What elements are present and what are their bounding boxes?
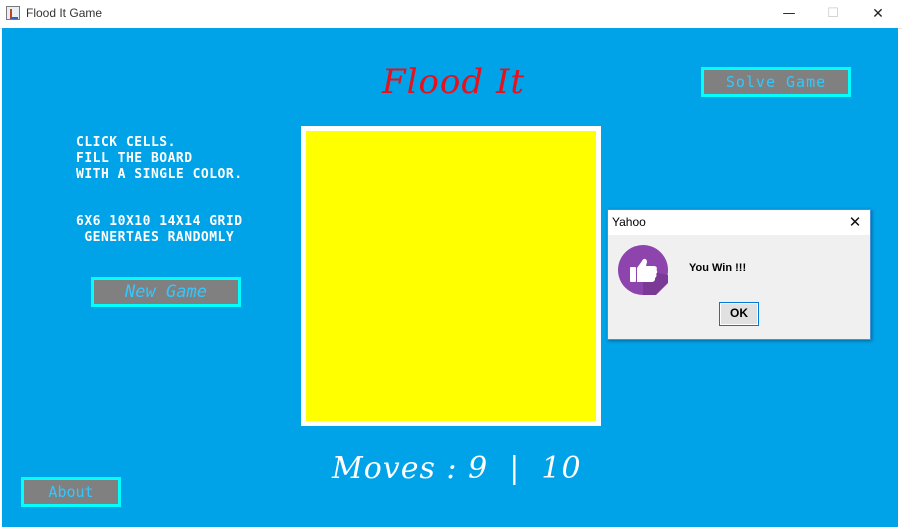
about-button[interactable]: About [21, 477, 121, 507]
minimize-button[interactable]: — [766, 0, 812, 28]
moves-counter: Moves : 9 | 10 [332, 451, 582, 486]
instruction-line: FILL THE BOARD [76, 151, 193, 166]
grid-info-text: 6X6 10X10 14X14 GRID GENERTAES RANDOMLY [76, 214, 243, 246]
game-title: Flood It [382, 62, 526, 102]
thumbs-up-icon [618, 245, 668, 295]
grid-info-line: 6X6 10X10 14X14 GRID [76, 214, 243, 229]
moves-separator: | [488, 451, 542, 486]
maximize-button[interactable]: ☐ [810, 0, 856, 28]
instruction-line: CLICK CELLS. [76, 135, 176, 150]
solve-game-button[interactable]: Solve Game [701, 67, 851, 97]
close-button[interactable]: ✕ [855, 0, 901, 28]
moves-label: Moves : [332, 451, 469, 486]
java-app-icon [6, 6, 20, 20]
win-dialog: Yahoo ✕ You Win !!! OK [607, 209, 871, 340]
window-titlebar: Flood It Game — ☐ ✕ [0, 0, 902, 29]
dialog-titlebar: Yahoo ✕ [608, 210, 870, 235]
instruction-line: WITH A SINGLE COLOR. [76, 167, 243, 182]
ok-button[interactable]: OK [719, 302, 759, 326]
instructions-text: CLICK CELLS. FILL THE BOARD WITH A SINGL… [76, 135, 243, 183]
window-title: Flood It Game [26, 6, 103, 20]
dialog-message: You Win !!! [689, 262, 747, 274]
dialog-title: Yahoo [612, 215, 646, 229]
moves-current: 9 [468, 451, 489, 486]
grid-info-line: GENERTAES RANDOMLY [76, 230, 235, 245]
moves-max: 10 [541, 451, 582, 486]
game-board[interactable] [301, 126, 601, 426]
new-game-button[interactable]: New Game [91, 277, 241, 307]
dialog-close-button[interactable]: ✕ [844, 212, 866, 232]
